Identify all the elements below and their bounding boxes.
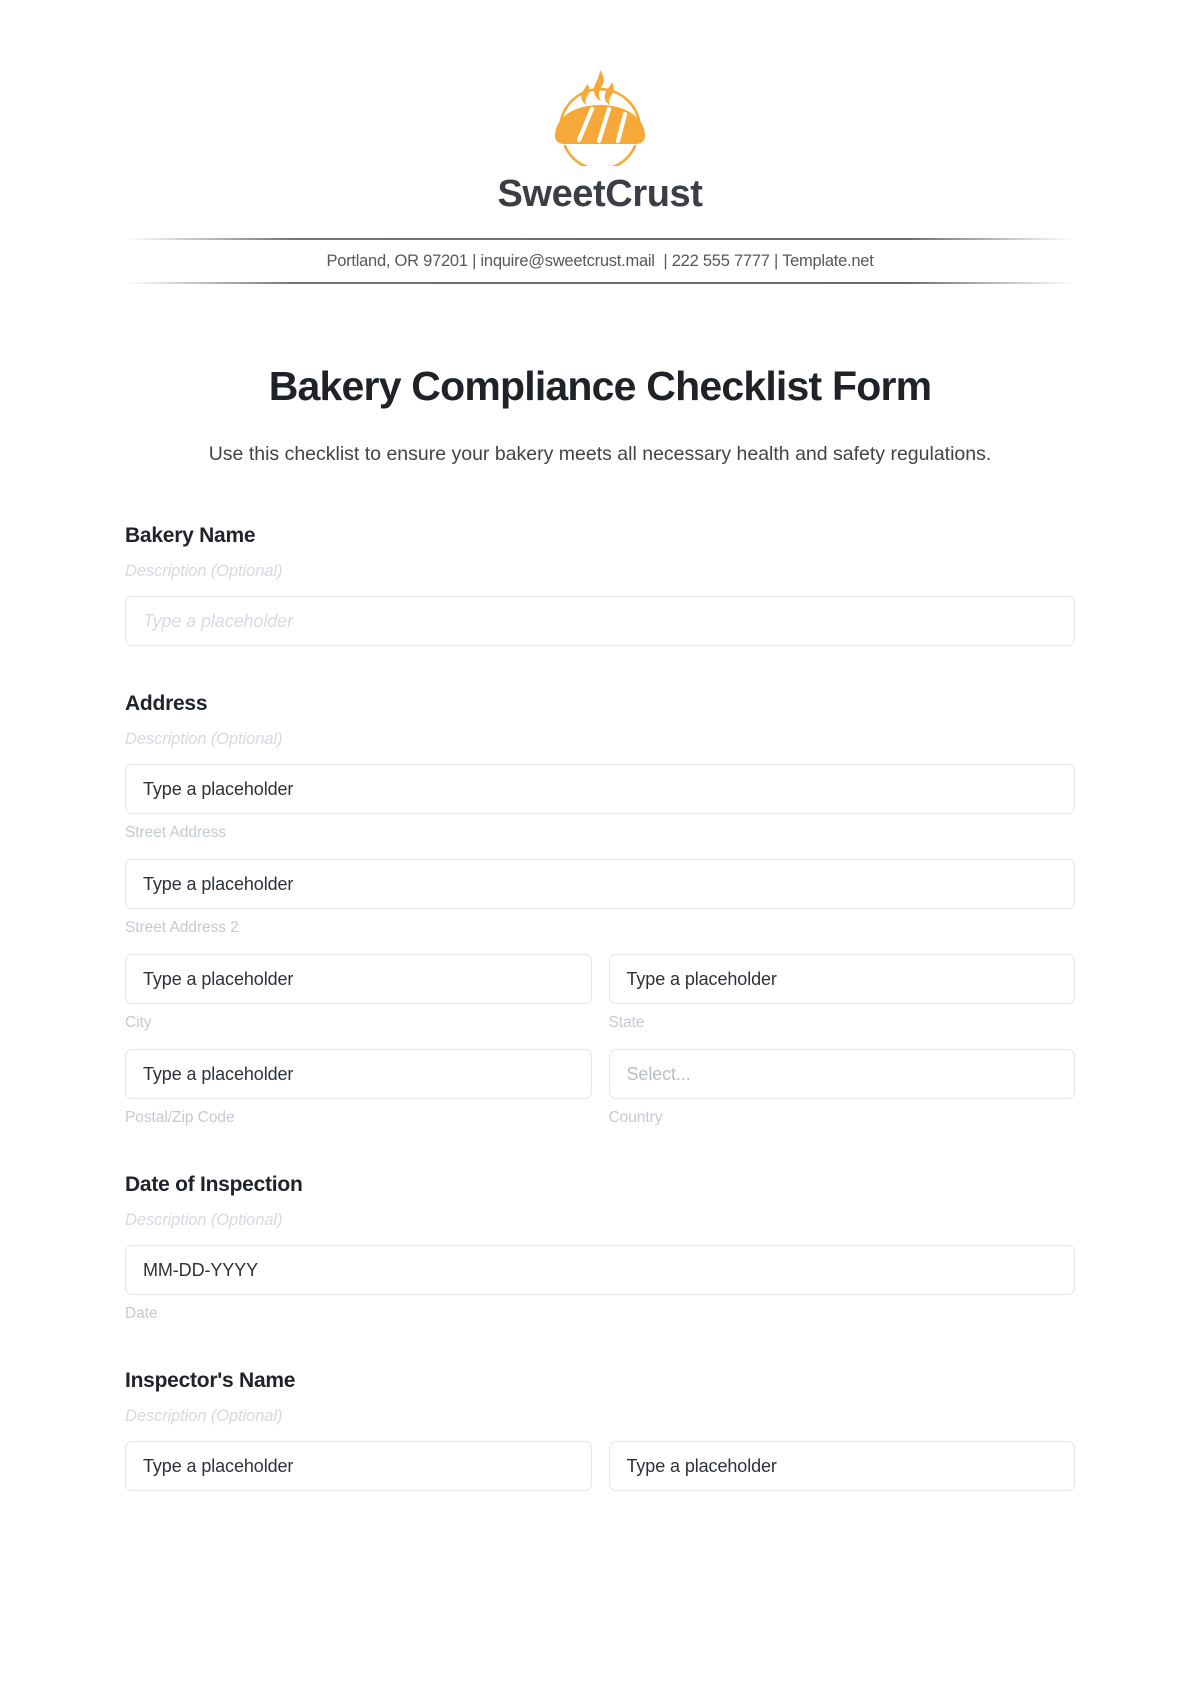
field-column: Type a placeholder: [608, 1441, 1075, 1492]
field-sub-label: City: [125, 1014, 152, 1032]
field-group-inputs: Type a placeholder: [125, 596, 1075, 647]
field-row: Type a placeholder Postal/Zip Code Select.…: [125, 1049, 1075, 1127]
field-sub-label: Postal/Zip Code: [125, 1109, 235, 1127]
field-row: Type a placeholder Street Address 2: [125, 859, 1075, 937]
field-group-inputs: Type a placeholder Street Address Type a p…: [125, 764, 1075, 1127]
contact-info: Portland, OR 97201 | inquire@sweetcrust.…: [326, 251, 874, 270]
state-input[interactable]: Type a placeholder: [608, 954, 1075, 1005]
field-row: Type a placeholder City Type a placeholder…: [125, 954, 1075, 1032]
letterhead-header: SweetCrust Portland, OR 97201 | inquire@…: [0, 0, 1200, 284]
field-group: Inspector's Name Description (Optional) Ty…: [125, 1369, 1075, 1492]
field-group-label: Inspector's Name: [125, 1369, 296, 1393]
field-group: Address Description (Optional) Type a plac…: [125, 692, 1075, 1127]
field-column: Type a placeholder: [125, 596, 1075, 647]
field-column: Type a placeholder Postal/Zip Code: [125, 1049, 592, 1127]
field-row: Type a placeholder: [125, 596, 1075, 647]
field-sub-label: Date: [125, 1305, 158, 1323]
date-of-inspection-input[interactable]: MM-DD-YYYY: [125, 1245, 1075, 1296]
field-group-description: Description (Optional): [125, 730, 283, 749]
form-fields: Bakery Name Description (Optional) Type a …: [0, 524, 1200, 1492]
inspector-last-name-input[interactable]: Type a placeholder: [608, 1441, 1075, 1492]
field-column: Type a placeholder Street Address 2: [125, 859, 1075, 937]
form-page: SweetCrust Portland, OR 97201 | inquire@…: [0, 0, 1200, 1700]
field-row: Type a placeholder Type a placeholder: [125, 1441, 1075, 1492]
bread-loaf-flame-icon: [541, 62, 659, 171]
bakery-name-input[interactable]: Type a placeholder: [125, 596, 1075, 647]
field-group: Date of Inspection Description (Optional)…: [125, 1173, 1075, 1323]
inspector-first-name-input[interactable]: Type a placeholder: [125, 1441, 592, 1492]
page-title: Bakery Compliance Checklist Form: [268, 362, 932, 409]
header-rule-top: Portland, OR 97201 | inquire@sweetcrust.…: [0, 237, 1200, 284]
street-address-input[interactable]: Type a placeholder: [125, 764, 1075, 815]
page-subtitle: Use this checklist to ensure your bakery…: [208, 443, 992, 466]
field-sub-label: Street Address: [125, 824, 226, 842]
field-group-label: Date of Inspection: [125, 1173, 303, 1197]
field-group: Bakery Name Description (Optional) Type a …: [125, 524, 1075, 647]
field-column: Type a placeholder City: [125, 954, 592, 1032]
field-group-description: Description (Optional): [125, 1407, 283, 1426]
field-column: MM-DD-YYYY Date: [125, 1245, 1075, 1323]
field-row: Type a placeholder Street Address: [125, 764, 1075, 842]
brand-name: SweetCrust: [497, 173, 703, 215]
title-block: Bakery Compliance Checklist Form Use thi…: [0, 362, 1200, 472]
field-column: Type a placeholder Street Address: [125, 764, 1075, 842]
field-group-description: Description (Optional): [125, 562, 283, 581]
field-row: MM-DD-YYYY Date: [125, 1245, 1075, 1323]
field-group-inputs: Type a placeholder Type a placeholder: [125, 1441, 1075, 1492]
field-group-label: Address: [125, 692, 208, 716]
field-group-description: Description (Optional): [125, 1211, 283, 1230]
city-input[interactable]: Type a placeholder: [125, 954, 592, 1005]
country-select[interactable]: Select...: [608, 1049, 1075, 1100]
field-group-inputs: MM-DD-YYYY Date: [125, 1245, 1075, 1323]
field-column: Select... Country: [608, 1049, 1075, 1127]
field-column: Type a placeholder State: [608, 954, 1075, 1032]
header-rule-bottom: [125, 281, 1075, 284]
field-sub-label: Country: [608, 1109, 663, 1127]
postal-zip-input[interactable]: Type a placeholder: [125, 1049, 592, 1100]
field-sub-label: Street Address 2: [125, 919, 239, 937]
field-sub-label: State: [608, 1014, 645, 1032]
street-address-2-input[interactable]: Type a placeholder: [125, 859, 1075, 910]
field-group-label: Bakery Name: [125, 524, 256, 548]
field-column: Type a placeholder: [125, 1441, 592, 1492]
